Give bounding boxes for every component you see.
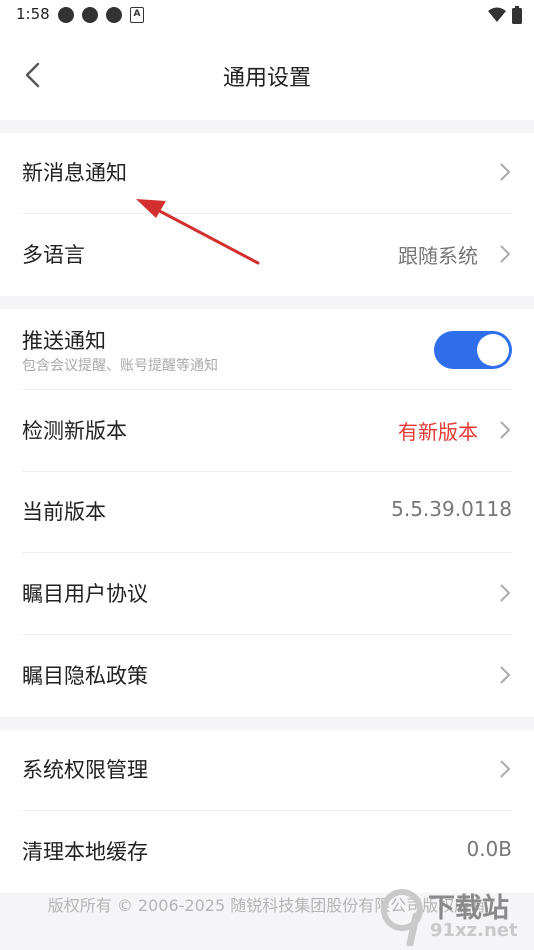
language-row[interactable]: 多语言 跟随系统	[22, 215, 512, 295]
version-number: 5.5.39.0118	[391, 497, 512, 521]
row-label: 推送通知	[22, 329, 106, 353]
navigation-bar: 通用设置	[0, 30, 534, 120]
battery-icon	[512, 6, 522, 24]
push-notification-toggle[interactable]	[434, 331, 512, 369]
a-notification-icon: A	[130, 7, 144, 23]
app-notification-icon	[58, 7, 74, 23]
row-label: 当前版本	[22, 500, 106, 524]
wifi-icon	[488, 7, 506, 22]
watermark: 下载站 91xz.net	[380, 886, 530, 946]
chevron-right-icon	[500, 163, 511, 181]
status-notification-icons: A	[58, 7, 144, 23]
row-label: 清理本地缓存	[22, 840, 148, 864]
row-label: 检测新版本	[22, 419, 127, 443]
page-title: 通用设置	[222, 66, 311, 91]
toggle-knob	[477, 334, 509, 366]
chevron-right-icon	[500, 245, 511, 263]
clear-cache-row[interactable]: 清理本地缓存 0.0B	[22, 812, 512, 892]
status-time: 1:58	[16, 5, 50, 23]
chevron-right-icon	[500, 666, 511, 684]
row-label: 瞩目用户协议	[22, 582, 148, 606]
watermark-site: 91xz.net	[430, 920, 518, 941]
row-label: 系统权限管理	[22, 758, 148, 782]
app-notification-icon	[106, 7, 122, 23]
chevron-right-icon	[500, 421, 511, 439]
user-agreement-row[interactable]: 瞩目用户协议	[22, 554, 512, 635]
check-update-row[interactable]: 检测新版本 有新版本	[22, 391, 512, 472]
current-version-row: 当前版本 5.5.39.0118	[22, 472, 512, 553]
chevron-right-icon	[500, 584, 511, 602]
row-label: 多语言	[22, 243, 85, 267]
row-label: 瞩目隐私政策	[22, 664, 148, 688]
status-system-icons	[488, 6, 522, 24]
row-label: 新消息通知	[22, 161, 127, 185]
new-message-notification-row[interactable]: 新消息通知	[22, 133, 512, 214]
watermark-logo-icon	[381, 889, 423, 946]
permission-management-row[interactable]: 系统权限管理	[22, 730, 512, 811]
settings-section-notifications: 新消息通知 多语言 跟随系统	[0, 133, 534, 296]
settings-section-system: 系统权限管理 清理本地缓存 0.0B	[0, 730, 534, 893]
push-notification-row: 推送通知 包含会议提醒、账号提醒等通知	[22, 309, 512, 390]
row-sublabel: 包含会议提醒、账号提醒等通知	[22, 358, 218, 374]
cache-size: 0.0B	[466, 837, 512, 861]
language-value: 跟随系统	[398, 244, 478, 268]
chevron-right-icon	[500, 760, 511, 778]
new-version-status: 有新版本	[398, 420, 478, 444]
settings-section-general: 推送通知 包含会议提醒、账号提醒等通知 检测新版本 有新版本 当前版本 5.5.…	[0, 309, 534, 717]
privacy-policy-row[interactable]: 瞩目隐私政策	[22, 636, 512, 716]
app-notification-icon	[82, 7, 98, 23]
status-bar: 1:58 A	[0, 0, 534, 30]
